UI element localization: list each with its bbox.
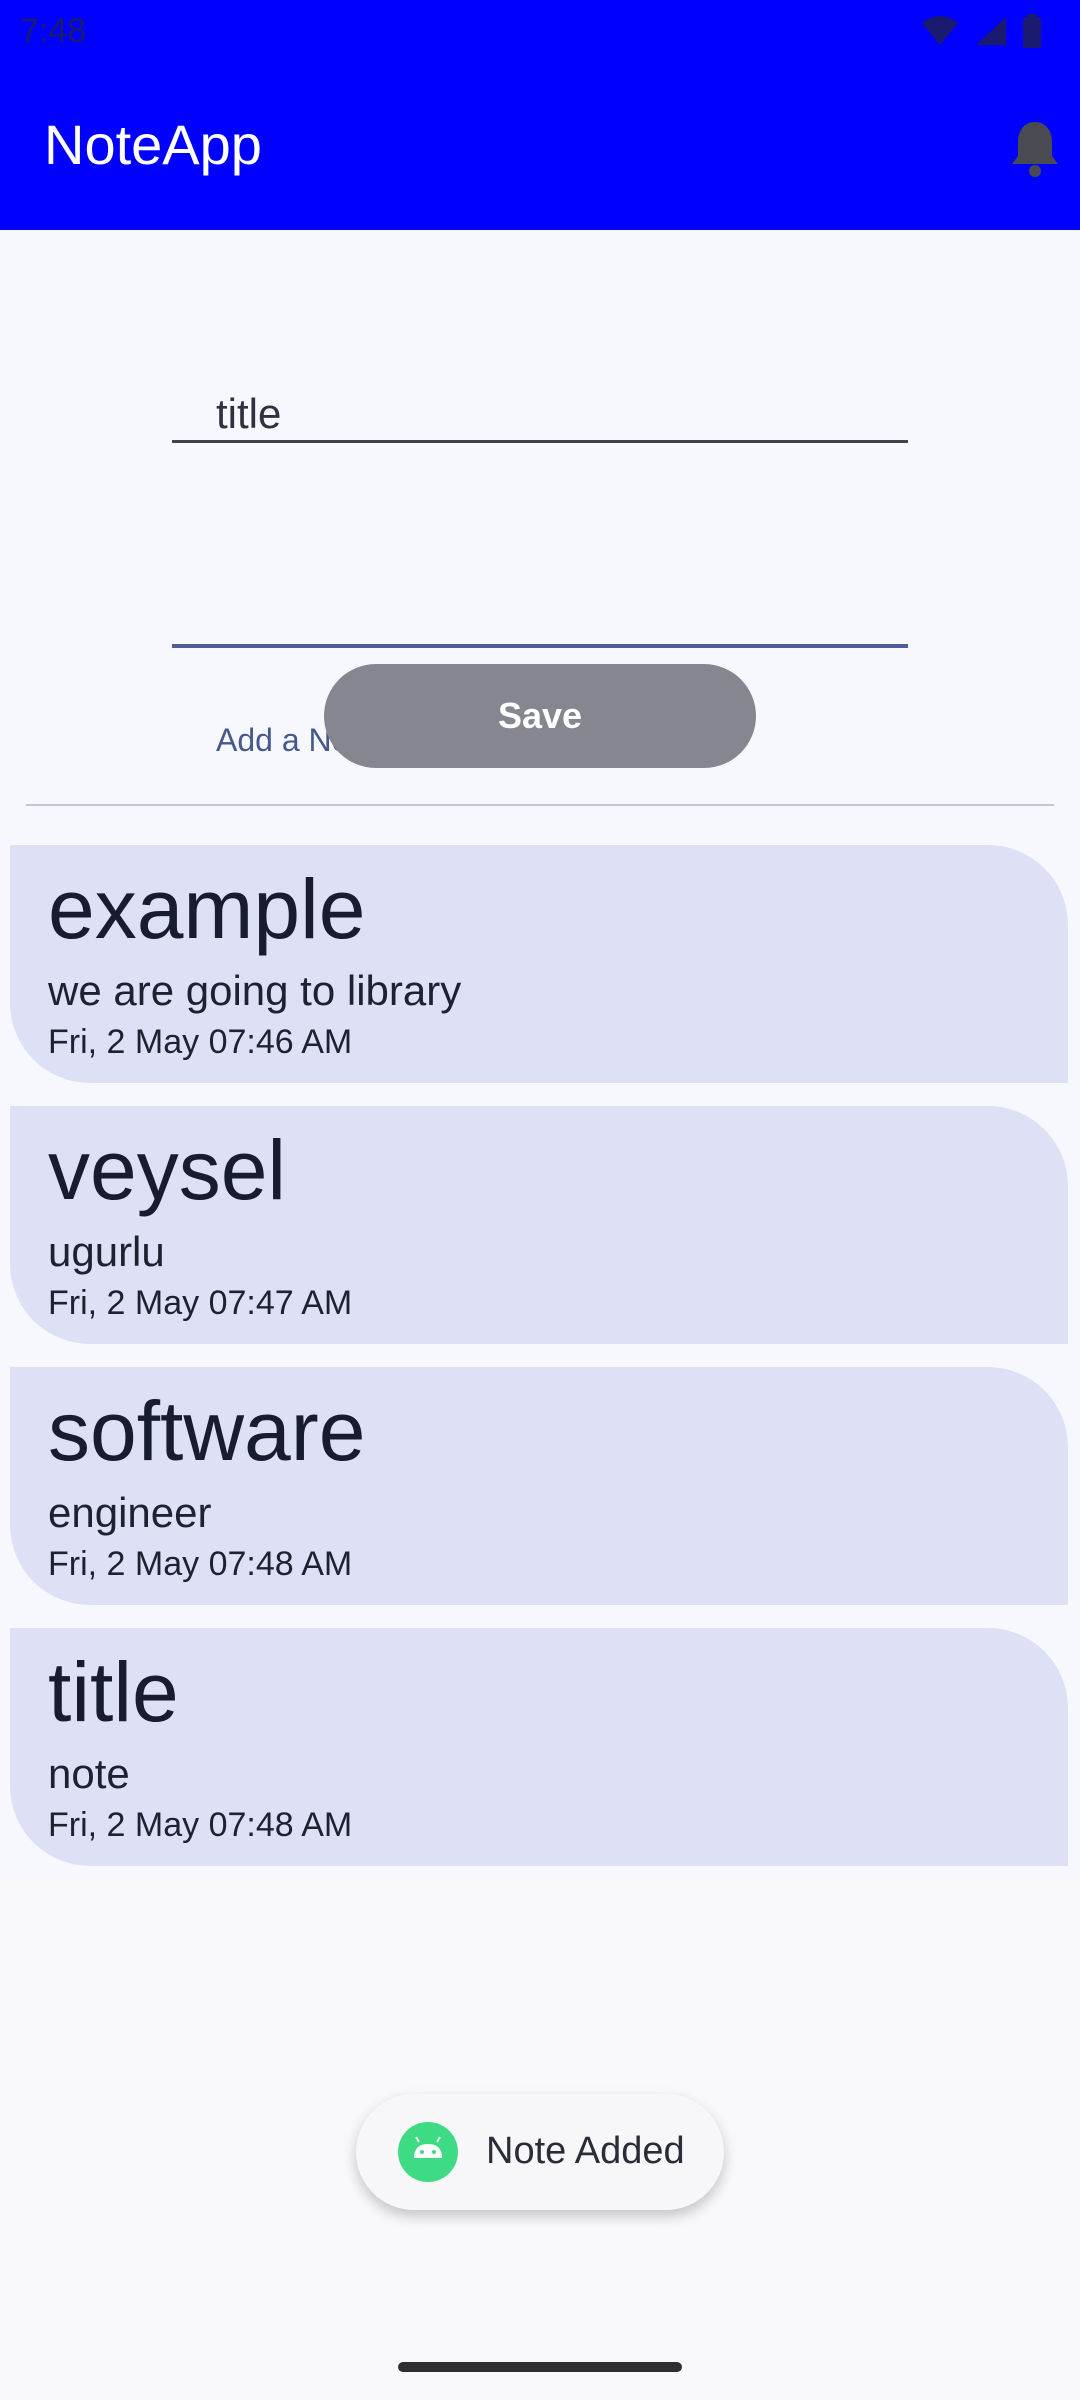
note-card[interactable]: veysel ugurlu Fri, 2 May 07:47 AM [10, 1106, 1068, 1344]
note-card[interactable]: example we are going to library Fri, 2 M… [10, 845, 1068, 1083]
wifi-icon [922, 16, 958, 45]
note-body: we are going to library [48, 967, 462, 1014]
divider [26, 804, 1054, 806]
title-input[interactable]: title [172, 310, 908, 443]
app-title: NoteApp [44, 113, 262, 176]
note-date: Fri, 2 May 07:47 AM [48, 1284, 353, 1322]
status-icons [920, 14, 1042, 48]
battery-icon [1023, 14, 1041, 48]
bell-icon[interactable] [1008, 118, 1062, 178]
note-body: note [48, 1750, 130, 1797]
note-date: Fri, 2 May 07:48 AM [48, 1545, 353, 1583]
app-bar: 7:48 NoteApp [0, 0, 1080, 230]
note-body: engineer [48, 1489, 212, 1536]
title-input-value: title [216, 390, 282, 437]
home-indicator[interactable] [398, 2362, 682, 2372]
note-card[interactable]: title note Fri, 2 May 07:48 AM [10, 1628, 1068, 1866]
note-title: example [48, 862, 366, 956]
android-icon [398, 2122, 458, 2182]
toast-text: Note Added [486, 2130, 685, 2172]
signal-icon [976, 17, 1006, 45]
note-title: title [48, 1645, 179, 1739]
note-card[interactable]: software engineer Fri, 2 May 07:48 AM [10, 1367, 1068, 1605]
toast: Note Added [356, 2094, 724, 2210]
note-title: veysel [48, 1123, 287, 1217]
note-title: software [48, 1384, 366, 1478]
save-button[interactable]: Save [324, 664, 756, 768]
note-body: ugurlu [48, 1228, 165, 1275]
note-date: Fri, 2 May 07:48 AM [48, 1806, 353, 1844]
note-date: Fri, 2 May 07:46 AM [48, 1023, 353, 1061]
note-input[interactable]: Add a Note [172, 494, 908, 758]
status-time: 7:48 [20, 12, 87, 50]
